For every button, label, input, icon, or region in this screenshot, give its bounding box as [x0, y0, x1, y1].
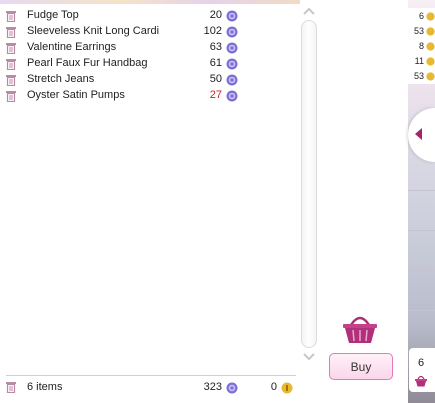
item-price: 63: [209, 41, 222, 53]
gold-coin-icon: [426, 72, 435, 81]
gem-coin-icon: [226, 90, 238, 102]
gold-coin-icon: [426, 57, 435, 66]
shopping-basket-icon: [343, 316, 377, 343]
trash-icon[interactable]: [6, 90, 16, 102]
list-item: Stretch Jeans 50: [0, 72, 245, 88]
cart-item-list: Fudge Top 20 Sleeveless Knit Long Cardi 10…: [0, 8, 245, 104]
trash-icon[interactable]: [6, 26, 16, 38]
list-item: Pearl Faux Fur Handbag 61: [0, 56, 245, 72]
item-name: Sleeveless Knit Long Cardi: [27, 25, 160, 37]
gold-coin-icon: [426, 42, 435, 51]
item-count: 6 items: [27, 381, 63, 393]
trash-icon[interactable]: [6, 58, 16, 70]
total-gold: 0: [270, 381, 277, 393]
scene-top-strip: [0, 0, 300, 4]
side-price-row: 53: [408, 25, 435, 39]
side-price-row: 11: [408, 55, 435, 69]
mini-cart-count: 6: [417, 357, 425, 369]
item-price: 102: [203, 25, 222, 37]
side-price-row: 53: [408, 70, 435, 84]
item-name: Stretch Jeans: [27, 73, 95, 85]
trash-icon[interactable]: [6, 381, 16, 393]
trash-icon[interactable]: [6, 10, 16, 22]
gem-coin-icon: [226, 26, 238, 38]
gem-coin-icon: [226, 58, 238, 70]
item-name: Oyster Satin Pumps: [27, 89, 125, 101]
list-item: Valentine Earrings 63: [0, 40, 245, 56]
item-price: 27: [209, 89, 222, 101]
scrollbar-track[interactable]: [301, 20, 317, 348]
scroll-up-chevron-icon[interactable]: [302, 5, 316, 17]
item-name: Pearl Faux Fur Handbag: [27, 57, 148, 69]
item-name: Valentine Earrings: [27, 41, 117, 53]
list-item: Fudge Top 20: [0, 8, 245, 24]
side-price-row: 6: [408, 10, 435, 24]
item-name: Fudge Top: [27, 9, 79, 21]
side-price-row: 8: [408, 40, 435, 54]
item-price: 20: [209, 9, 222, 21]
list-item: Oyster Satin Pumps 27: [0, 88, 245, 104]
chevron-left-icon[interactable]: [415, 128, 423, 140]
gem-coin-icon: [226, 382, 238, 394]
trash-icon[interactable]: [6, 42, 16, 54]
gem-coin-icon: [226, 74, 238, 86]
footer-divider: [6, 375, 296, 376]
gold-coin-icon: [426, 12, 435, 21]
shopping-basket-icon[interactable]: [414, 375, 428, 387]
list-item: Sleeveless Knit Long Cardi 102: [0, 24, 245, 40]
trash-icon[interactable]: [6, 74, 16, 86]
item-price: 61: [209, 57, 222, 69]
total-gems: 323: [203, 381, 222, 393]
gold-coin-icon: [281, 382, 293, 394]
item-price: 50: [209, 73, 222, 85]
side-price-list: 6 53 8 11 53: [408, 8, 435, 84]
gem-coin-icon: [226, 42, 238, 54]
gold-coin-icon: [426, 27, 435, 36]
scroll-down-chevron-icon[interactable]: [302, 351, 316, 363]
gem-coin-icon: [226, 10, 238, 22]
buy-button[interactable]: Buy: [329, 353, 393, 380]
